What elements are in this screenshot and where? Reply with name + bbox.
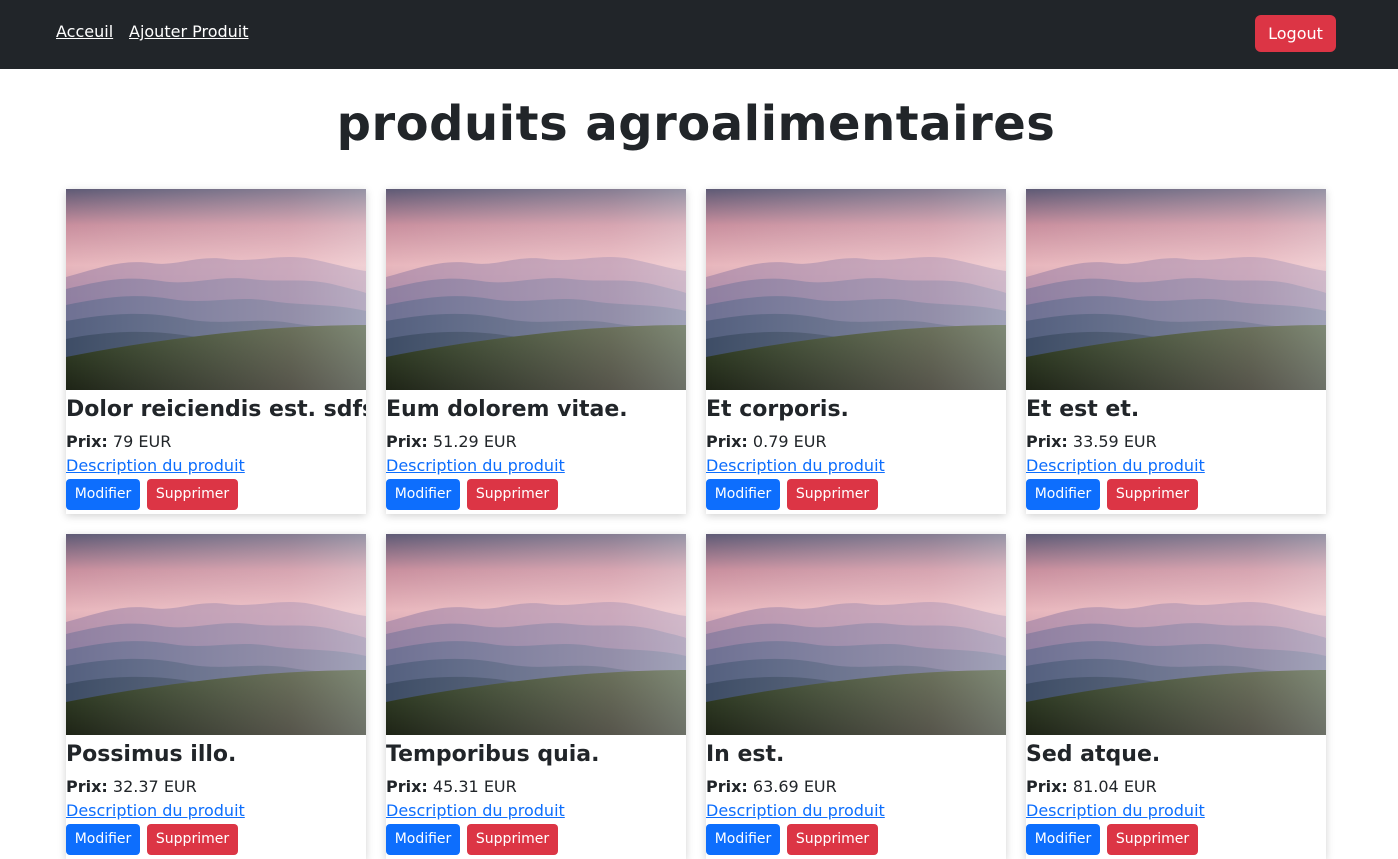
product-image (1026, 534, 1326, 735)
product-image (706, 189, 1006, 390)
navbar: Acceuil Ajouter Produit Logout (0, 0, 1398, 69)
page-title: produits agroalimentaires (336, 96, 1056, 152)
product-price: Prix: 81.04 EUR (1026, 777, 1157, 797)
product-description-link[interactable]: Description du produit (706, 456, 885, 476)
product-price: Prix: 32.37 EUR (66, 777, 197, 797)
product-card: Et corporis. Prix: 0.79 EUR Description … (706, 189, 1006, 514)
price-label: Prix: (1026, 777, 1068, 796)
delete-button[interactable]: Supprimer (1107, 479, 1198, 510)
product-price: Prix: 0.79 EUR (706, 432, 827, 452)
price-value: 45.31 EUR (432, 777, 517, 796)
price-value: 79 EUR (112, 432, 172, 451)
price-value: 81.04 EUR (1072, 777, 1157, 796)
edit-button[interactable]: Modifier (66, 824, 140, 855)
price-value: 33.59 EUR (1072, 432, 1157, 451)
product-name: In est. (706, 742, 785, 767)
product-card: Possimus illo. Prix: 32.37 EUR Descripti… (66, 534, 366, 859)
nav-link-add-product[interactable]: Ajouter Produit (129, 22, 249, 42)
product-name: Et corporis. (706, 397, 849, 422)
product-price: Prix: 33.59 EUR (1026, 432, 1157, 452)
product-price: Prix: 51.29 EUR (386, 432, 517, 452)
product-description-link[interactable]: Description du produit (66, 456, 245, 476)
product-name: Eum dolorem vitae. (386, 397, 628, 422)
edit-button[interactable]: Modifier (1026, 824, 1100, 855)
product-description-link[interactable]: Description du produit (66, 801, 245, 821)
product-card: In est. Prix: 63.69 EUR Description du p… (706, 534, 1006, 859)
edit-button[interactable]: Modifier (706, 824, 780, 855)
price-value: 51.29 EUR (432, 432, 517, 451)
price-label: Prix: (706, 432, 748, 451)
price-value: 32.37 EUR (112, 777, 197, 796)
product-price: Prix: 45.31 EUR (386, 777, 517, 797)
edit-button[interactable]: Modifier (386, 479, 460, 510)
product-name: Dolor reiciendis est. sdfs (66, 397, 366, 422)
product-card: Temporibus quia. Prix: 45.31 EUR Descrip… (386, 534, 686, 859)
product-card: Dolor reiciendis est. sdfs Prix: 79 EUR … (66, 189, 366, 514)
product-image (386, 189, 686, 390)
product-image (706, 534, 1006, 735)
product-name: Et est et. (1026, 397, 1140, 422)
price-label: Prix: (1026, 432, 1068, 451)
product-description-link[interactable]: Description du produit (706, 801, 885, 821)
nav-link-home[interactable]: Acceuil (56, 22, 113, 42)
product-name: Temporibus quia. (386, 742, 600, 767)
product-price: Prix: 63.69 EUR (706, 777, 837, 797)
product-card: Sed atque. Prix: 81.04 EUR Description d… (1026, 534, 1326, 859)
product-image (66, 534, 366, 735)
product-image (66, 189, 366, 390)
price-label: Prix: (386, 777, 428, 796)
product-price: Prix: 79 EUR (66, 432, 171, 452)
delete-button[interactable]: Supprimer (1107, 824, 1198, 855)
product-card: Et est et. Prix: 33.59 EUR Description d… (1026, 189, 1326, 514)
logout-button[interactable]: Logout (1255, 15, 1336, 52)
delete-button[interactable]: Supprimer (467, 824, 558, 855)
edit-button[interactable]: Modifier (706, 479, 780, 510)
product-image (386, 534, 686, 735)
product-image (1026, 189, 1326, 390)
product-card: Eum dolorem vitae. Prix: 51.29 EUR Descr… (386, 189, 686, 514)
edit-button[interactable]: Modifier (386, 824, 460, 855)
product-description-link[interactable]: Description du produit (1026, 801, 1205, 821)
delete-button[interactable]: Supprimer (787, 479, 878, 510)
price-label: Prix: (706, 777, 748, 796)
product-description-link[interactable]: Description du produit (1026, 456, 1205, 476)
price-value: 0.79 EUR (752, 432, 827, 451)
product-name: Possimus illo. (66, 742, 237, 767)
price-label: Prix: (66, 777, 108, 796)
delete-button[interactable]: Supprimer (787, 824, 878, 855)
edit-button[interactable]: Modifier (1026, 479, 1100, 510)
price-label: Prix: (66, 432, 108, 451)
delete-button[interactable]: Supprimer (467, 479, 558, 510)
product-description-link[interactable]: Description du produit (386, 801, 565, 821)
edit-button[interactable]: Modifier (66, 479, 140, 510)
product-description-link[interactable]: Description du produit (386, 456, 565, 476)
price-label: Prix: (386, 432, 428, 451)
product-name: Sed atque. (1026, 742, 1161, 767)
price-value: 63.69 EUR (752, 777, 837, 796)
delete-button[interactable]: Supprimer (147, 479, 238, 510)
delete-button[interactable]: Supprimer (147, 824, 238, 855)
